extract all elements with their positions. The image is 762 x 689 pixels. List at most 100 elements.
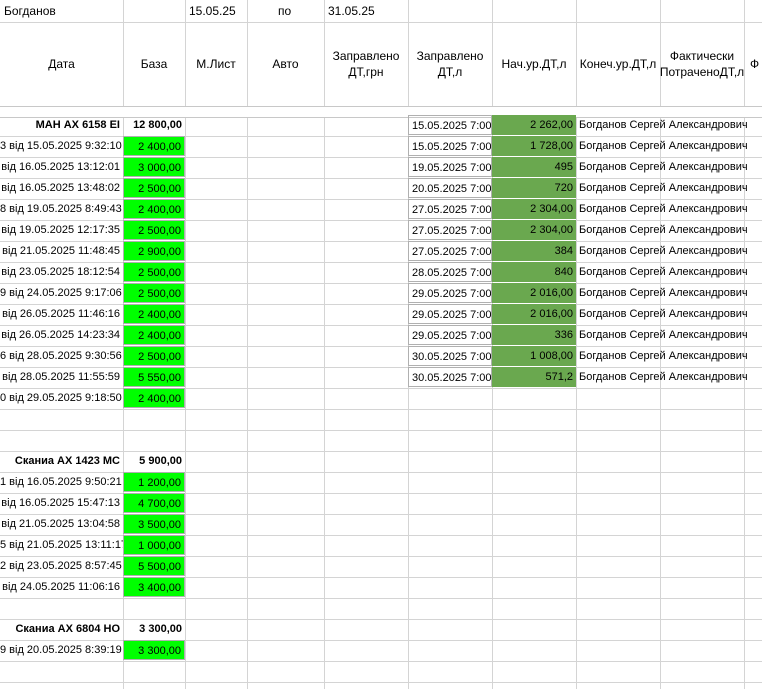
start-level-cell[interactable]: 571,2 bbox=[492, 367, 576, 387]
start-level-cell[interactable]: 720 bbox=[492, 178, 576, 198]
receipt-amount[interactable]: 5 500,00 bbox=[123, 556, 185, 576]
receipt-amount[interactable]: 1 200,00 bbox=[123, 472, 185, 492]
receipt-label[interactable]: 3 від 15.05.2025 9:32:10 bbox=[0, 136, 123, 156]
fuel-date-cell[interactable]: 29.05.2025 7:00: bbox=[408, 304, 492, 324]
fuel-date-cell[interactable]: 27.05.2025 7:00: bbox=[408, 220, 492, 240]
receipt-label[interactable]: від 16.05.2025 15:47:13 bbox=[0, 493, 123, 513]
start-level-cell[interactable]: 2 304,00 bbox=[492, 220, 576, 240]
start-level-cell[interactable]: 1 728,00 bbox=[492, 136, 576, 156]
receipt-label[interactable]: 8 від 19.05.2025 8:49:43 bbox=[0, 199, 123, 219]
fuel-date-cell[interactable]: 15.05.2025 7:00: bbox=[408, 136, 492, 156]
receipt-label[interactable]: 1 від 16.05.2025 9:50:21 bbox=[0, 472, 123, 492]
receipt-label[interactable]: від 19.05.2025 12:17:35 bbox=[0, 220, 123, 240]
receipt-label[interactable]: від 23.05.2025 18:12:54 bbox=[0, 262, 123, 282]
driver-name-cell[interactable]: Богданов Сергей Александрович bbox=[579, 304, 747, 324]
fuel-date-cell[interactable]: 30.05.2025 7:00: bbox=[408, 367, 492, 387]
header-base[interactable]: База bbox=[123, 22, 185, 106]
receipt-label[interactable]: 9 від 20.05.2025 8:39:19 bbox=[0, 640, 123, 660]
receipt-amount[interactable]: 1 000,00 bbox=[123, 535, 185, 555]
vehicle-group-total[interactable]: 5 900,00 bbox=[123, 451, 185, 471]
header-mlist[interactable]: М.Лист bbox=[185, 22, 247, 106]
start-level-cell[interactable]: 2 262,00 bbox=[492, 115, 576, 135]
receipt-label[interactable]: від 16.05.2025 13:12:01 bbox=[0, 157, 123, 177]
receipt-label[interactable]: від 28.05.2025 11:55:59 bbox=[0, 367, 123, 387]
receipt-label[interactable] bbox=[0, 661, 123, 681]
vehicle-group-total[interactable]: 12 800,00 bbox=[123, 115, 185, 135]
receipt-amount[interactable]: 2 400,00 bbox=[123, 388, 185, 408]
fuel-date-cell[interactable]: 30.05.2025 7:00: bbox=[408, 346, 492, 366]
receipt-label[interactable] bbox=[0, 430, 123, 450]
receipt-amount[interactable]: 3 300,00 bbox=[123, 640, 185, 660]
receipt-amount[interactable]: 3 000,00 bbox=[123, 157, 185, 177]
driver-name-cell[interactable]: Богданов Сергей Александрович bbox=[579, 115, 747, 135]
driver-name-cell[interactable]: Богданов Сергей Александрович bbox=[579, 199, 747, 219]
receipt-amount[interactable]: 5 550,00 bbox=[123, 367, 185, 387]
fuel-date-cell[interactable]: 19.05.2025 7:00: bbox=[408, 157, 492, 177]
header-fuel-uah[interactable]: Заправлено ДТ,грн bbox=[324, 22, 408, 106]
header-date[interactable]: Дата bbox=[0, 22, 123, 106]
receipt-label[interactable] bbox=[0, 598, 123, 618]
start-level-cell[interactable]: 384 bbox=[492, 241, 576, 261]
header-fuel-liters[interactable]: Заправлено ДТ,л bbox=[408, 22, 492, 106]
top-name-cell[interactable]: Богданов bbox=[4, 0, 56, 22]
receipt-amount[interactable]: 2 500,00 bbox=[123, 262, 185, 282]
receipt-amount[interactable]: 4 700,00 bbox=[123, 493, 185, 513]
receipt-label[interactable]: від 21.05.2025 13:04:58 bbox=[0, 514, 123, 534]
receipt-amount[interactable]: 2 900,00 bbox=[123, 241, 185, 261]
driver-name-cell[interactable]: Богданов Сергей Александрович bbox=[579, 367, 747, 387]
vehicle-group-label[interactable]: МАН АХ 6158 ЕІ bbox=[0, 115, 123, 135]
receipt-label[interactable]: від 16.05.2025 13:48:02 bbox=[0, 178, 123, 198]
header-end-level[interactable]: Конеч.ур.ДТ,л bbox=[576, 22, 660, 106]
driver-name-cell[interactable]: Богданов Сергей Александрович bbox=[579, 157, 747, 177]
header-partial[interactable]: Ф По bbox=[744, 22, 762, 106]
receipt-amount[interactable]: 2 400,00 bbox=[123, 325, 185, 345]
start-level-cell[interactable]: 336 bbox=[492, 325, 576, 345]
header-actual-spent[interactable]: Фактически ПотраченоДТ,л bbox=[660, 22, 744, 106]
receipt-amount[interactable]: 3 500,00 bbox=[123, 514, 185, 534]
fuel-date-cell[interactable]: 29.05.2025 7:00: bbox=[408, 283, 492, 303]
driver-name-cell[interactable]: Богданов Сергей Александрович bbox=[579, 136, 747, 156]
driver-name-cell[interactable]: Богданов Сергей Александрович bbox=[579, 325, 747, 345]
receipt-label[interactable] bbox=[0, 409, 123, 429]
receipt-label[interactable]: від 26.05.2025 11:46:16 bbox=[0, 304, 123, 324]
vehicle-group-total[interactable]: 3 300,00 bbox=[123, 619, 185, 639]
receipt-amount[interactable]: 3 400,00 bbox=[123, 577, 185, 597]
start-level-cell[interactable]: 2 016,00 bbox=[492, 304, 576, 324]
receipt-amount[interactable]: 2 500,00 bbox=[123, 220, 185, 240]
top-date-from-cell[interactable]: 15.05.25 bbox=[189, 0, 236, 22]
fuel-date-cell[interactable]: 29.05.2025 7:00: bbox=[408, 325, 492, 345]
receipt-amount[interactable]: 2 400,00 bbox=[123, 199, 185, 219]
driver-name-cell[interactable]: Богданов Сергей Александрович bbox=[579, 262, 747, 282]
receipt-amount[interactable]: 2 500,00 bbox=[123, 283, 185, 303]
driver-name-cell[interactable]: Богданов Сергей Александрович bbox=[579, 283, 747, 303]
start-level-cell[interactable]: 1 008,00 bbox=[492, 346, 576, 366]
receipt-label[interactable]: від 26.05.2025 14:23:34 bbox=[0, 325, 123, 345]
driver-name-cell[interactable]: Богданов Сергей Александрович bbox=[579, 220, 747, 240]
receipt-amount[interactable]: 2 500,00 bbox=[123, 178, 185, 198]
fuel-date-cell[interactable]: 27.05.2025 7:00: bbox=[408, 199, 492, 219]
fuel-date-cell[interactable]: 27.05.2025 7:00: bbox=[408, 241, 492, 261]
header-auto[interactable]: Авто bbox=[247, 22, 324, 106]
header-start-level[interactable]: Нач.ур.ДТ,л bbox=[492, 22, 576, 106]
fuel-date-cell[interactable]: 15.05.2025 7:00: bbox=[408, 115, 492, 135]
vehicle-group-label[interactable]: Сканиа АХ 1423 МС bbox=[0, 451, 123, 471]
driver-name-cell[interactable]: Богданов Сергей Александрович bbox=[579, 346, 747, 366]
start-level-cell[interactable]: 2 304,00 bbox=[492, 199, 576, 219]
vehicle-group-label[interactable]: Сканиа АХ 6804 НО bbox=[0, 619, 123, 639]
receipt-amount[interactable]: 2 400,00 bbox=[123, 304, 185, 324]
fuel-date-cell[interactable]: 20.05.2025 7:00: bbox=[408, 178, 492, 198]
receipt-label[interactable]: від 21.05.2025 11:48:45 bbox=[0, 241, 123, 261]
receipt-label[interactable]: 5 від 21.05.2025 13:11:17 bbox=[0, 535, 123, 555]
receipt-label[interactable]: 9 від 24.05.2025 9:17:06 bbox=[0, 283, 123, 303]
top-date-to-cell[interactable]: 31.05.25 bbox=[328, 0, 375, 22]
top-po-cell[interactable]: по bbox=[278, 0, 291, 22]
fuel-date-cell[interactable]: 28.05.2025 7:00: bbox=[408, 262, 492, 282]
receipt-label[interactable]: 0 від 29.05.2025 9:18:50 bbox=[0, 388, 123, 408]
receipt-amount[interactable]: 2 500,00 bbox=[123, 346, 185, 366]
receipt-label[interactable]: від 24.05.2025 11:06:16 bbox=[0, 577, 123, 597]
start-level-cell[interactable]: 840 bbox=[492, 262, 576, 282]
start-level-cell[interactable]: 495 bbox=[492, 157, 576, 177]
driver-name-cell[interactable]: Богданов Сергей Александрович bbox=[579, 178, 747, 198]
driver-name-cell[interactable]: Богданов Сергей Александрович bbox=[579, 241, 747, 261]
receipt-amount[interactable]: 2 400,00 bbox=[123, 136, 185, 156]
